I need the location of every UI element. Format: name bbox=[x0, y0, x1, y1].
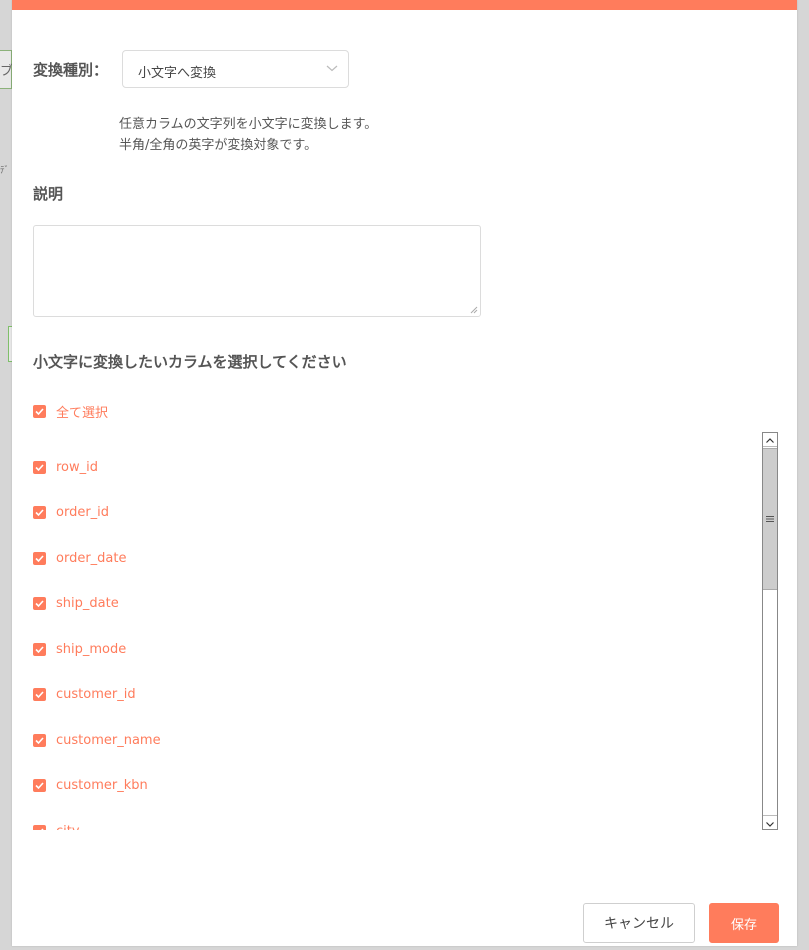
column-label: order_id bbox=[56, 505, 110, 520]
check-icon bbox=[35, 407, 44, 415]
checkbox-checked[interactable] bbox=[33, 551, 46, 565]
check-icon bbox=[40, 827, 44, 830]
column-checkbox-row[interactable]: customer_kbn bbox=[33, 776, 148, 796]
check-icon bbox=[35, 463, 44, 471]
column-label: order_date bbox=[56, 550, 127, 566]
column-label: city bbox=[56, 824, 80, 831]
checkbox-checked[interactable] bbox=[33, 824, 46, 830]
column-label: customer_name bbox=[56, 732, 161, 748]
checkbox-checked[interactable] bbox=[33, 733, 46, 747]
convert-modal: 変換種別： 小文字へ変換 任意カラムの文字列を小文字に変換します。 半角/全角の… bbox=[12, 0, 797, 946]
conversion-type-value: 小文字へ変換 bbox=[138, 66, 217, 81]
conversion-description-line-2: 半角/全角の英字が変換対象です。 bbox=[119, 138, 318, 153]
scrollbar-thumb[interactable] bbox=[763, 448, 777, 590]
check-icon bbox=[35, 645, 44, 653]
checkbox-checked[interactable] bbox=[33, 779, 46, 792]
column-checkbox-row[interactable]: city bbox=[33, 821, 80, 830]
conversion-type-label: 変換種別： bbox=[33, 61, 109, 79]
check-icon bbox=[35, 691, 44, 699]
save-button[interactable]: 保存 bbox=[709, 903, 779, 943]
grip-icon bbox=[766, 516, 774, 522]
column-checkbox-row[interactable]: order_date bbox=[33, 548, 126, 568]
conversion-type-select[interactable]: 小文字へ変換 bbox=[122, 50, 349, 88]
select-all-label: 全て選択 bbox=[56, 405, 109, 421]
column-label: customer_id bbox=[56, 687, 136, 702]
scroll-up-button[interactable] bbox=[763, 433, 777, 447]
checkbox-checked[interactable] bbox=[33, 642, 46, 656]
notes-textarea[interactable] bbox=[33, 225, 481, 317]
column-checkbox-row[interactable]: customer_id bbox=[33, 685, 136, 705]
check-icon bbox=[35, 600, 44, 608]
conversion-description-line-1: 任意カラムの文字列を小文字に変換します。 bbox=[119, 117, 378, 132]
cancel-button[interactable]: キャンセル bbox=[583, 903, 695, 943]
chevron-down-icon bbox=[326, 65, 338, 72]
column-label: customer_kbn bbox=[56, 778, 148, 793]
column-checkbox-row[interactable]: row_id bbox=[33, 457, 98, 477]
check-icon bbox=[35, 782, 44, 790]
column-checkbox-row[interactable]: order_id bbox=[33, 503, 109, 523]
notes-title: 説明 bbox=[33, 185, 64, 203]
column-checkbox-row[interactable]: ship_date bbox=[33, 594, 119, 614]
column-label: ship_mode bbox=[56, 641, 127, 657]
column-label: ship_date bbox=[56, 596, 119, 611]
check-icon bbox=[35, 736, 44, 744]
arrow-up-icon bbox=[766, 438, 774, 443]
resize-grip-icon bbox=[470, 306, 478, 314]
column-list-scrollbar[interactable] bbox=[762, 432, 778, 830]
arrow-down-icon bbox=[766, 822, 774, 827]
column-checkbox-row[interactable]: customer_name bbox=[33, 730, 161, 750]
checkbox-checked[interactable] bbox=[33, 460, 46, 474]
check-icon bbox=[35, 554, 44, 562]
columns-section-title: 小文字に変換したいカラムを選択してください bbox=[33, 353, 347, 371]
column-label: row_id bbox=[56, 459, 99, 475]
background-text-fragment: ﾃﾞ bbox=[0, 166, 10, 176]
check-icon bbox=[35, 509, 44, 517]
checkbox-checked[interactable] bbox=[33, 506, 46, 519]
checkbox-checked[interactable] bbox=[33, 597, 46, 610]
select-all-checkbox[interactable]: 全て選択 bbox=[33, 401, 108, 421]
scroll-down-button[interactable] bbox=[763, 815, 777, 829]
column-checkbox-row[interactable]: ship_mode bbox=[33, 639, 126, 659]
checkbox-checked[interactable] bbox=[33, 404, 46, 418]
checkbox-checked[interactable] bbox=[33, 688, 46, 701]
column-list: row_id order_id order_date ship_date ship_mo… bbox=[12, 432, 797, 830]
modal-accent-bar bbox=[12, 0, 797, 10]
